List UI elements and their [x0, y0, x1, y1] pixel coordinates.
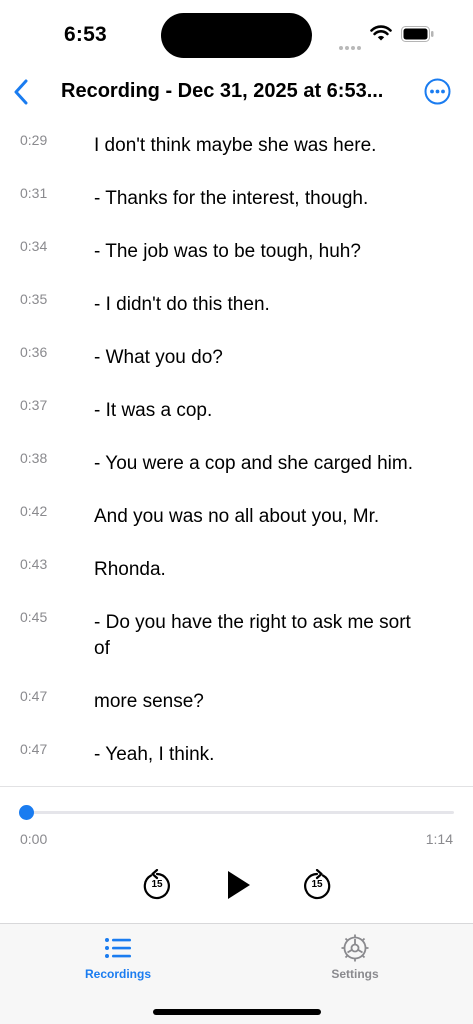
segment-timestamp: 0:38 — [20, 450, 48, 466]
chevron-left-icon — [14, 79, 28, 105]
segment-text: more sense? — [94, 691, 204, 712]
segment-text: I don't think maybe she was here. — [94, 135, 377, 156]
segment-text: - Yeah, I think. — [94, 744, 215, 765]
segment-text: - Do you have the right to ask me sort o… — [94, 612, 411, 659]
segment-text: Rhonda. — [94, 559, 166, 580]
total-time: 1:14 — [425, 831, 453, 847]
tab-settings-label: Settings — [331, 967, 379, 981]
skip-back-label: 15 — [151, 879, 163, 890]
list-icon — [105, 938, 131, 958]
current-time: 0:00 — [20, 831, 48, 847]
segment-text: - The job was to be tough, huh? — [94, 241, 361, 262]
segment-timestamp: 0:31 — [20, 185, 48, 201]
dynamic-island — [161, 13, 312, 58]
segment-timestamp: 0:34 — [20, 238, 48, 254]
segment-text: - Thanks for the interest, though. — [94, 188, 369, 209]
segment-timestamp: 0:37 — [20, 397, 48, 413]
cellular-signal-icon — [339, 37, 363, 50]
segment-timestamp: 0:42 — [20, 503, 48, 519]
status-time: 6:53 — [64, 23, 107, 46]
player-divider — [0, 786, 473, 787]
segment-text: - What you do? — [94, 347, 223, 368]
play-icon — [228, 871, 250, 899]
segment-timestamp: 0:47 — [20, 688, 48, 704]
gear-icon — [341, 934, 369, 962]
status-bar: 6:53 — [0, 0, 473, 72]
transcript-list[interactable]: 0:29 I don't think maybe she was here. 0… — [0, 112, 473, 786]
more-options-button[interactable] — [424, 78, 451, 105]
segment-timestamp: 0:36 — [20, 344, 48, 360]
segment-timestamp: 0:35 — [20, 291, 48, 307]
segment-text: - It was a cop. — [94, 400, 213, 421]
wifi-icon — [370, 25, 392, 41]
tab-recordings[interactable]: Recordings — [58, 932, 178, 981]
tab-settings[interactable]: Settings — [295, 932, 415, 981]
progress-track[interactable] — [20, 811, 454, 814]
segment-timestamp: 0:29 — [20, 132, 48, 148]
segment-text: - You were a cop and she carged him. — [94, 453, 413, 474]
segment-text: - I didn't do this then. — [94, 294, 270, 315]
back-button[interactable] — [6, 76, 36, 108]
segment-timestamp: 0:43 — [20, 556, 48, 572]
page-title: Recording - Dec 31, 2025 at 6:53... — [61, 80, 384, 102]
play-button[interactable] — [222, 869, 254, 901]
navigation-bar: Recording - Dec 31, 2025 at 6:53... — [0, 72, 473, 112]
progress-thumb[interactable] — [18, 805, 34, 820]
tab-recordings-label: Recordings — [84, 967, 151, 981]
skip-forward-label: 15 — [311, 879, 323, 890]
skip-back-15-button[interactable]: 15 — [142, 869, 172, 901]
segment-timestamp: 0:47 — [20, 741, 48, 757]
segment-text: And you was no all about you, Mr. — [94, 506, 380, 527]
home-indicator — [153, 1009, 321, 1015]
skip-forward-15-button[interactable]: 15 — [302, 869, 332, 901]
segment-timestamp: 0:45 — [20, 609, 48, 625]
battery-icon — [401, 26, 434, 42]
